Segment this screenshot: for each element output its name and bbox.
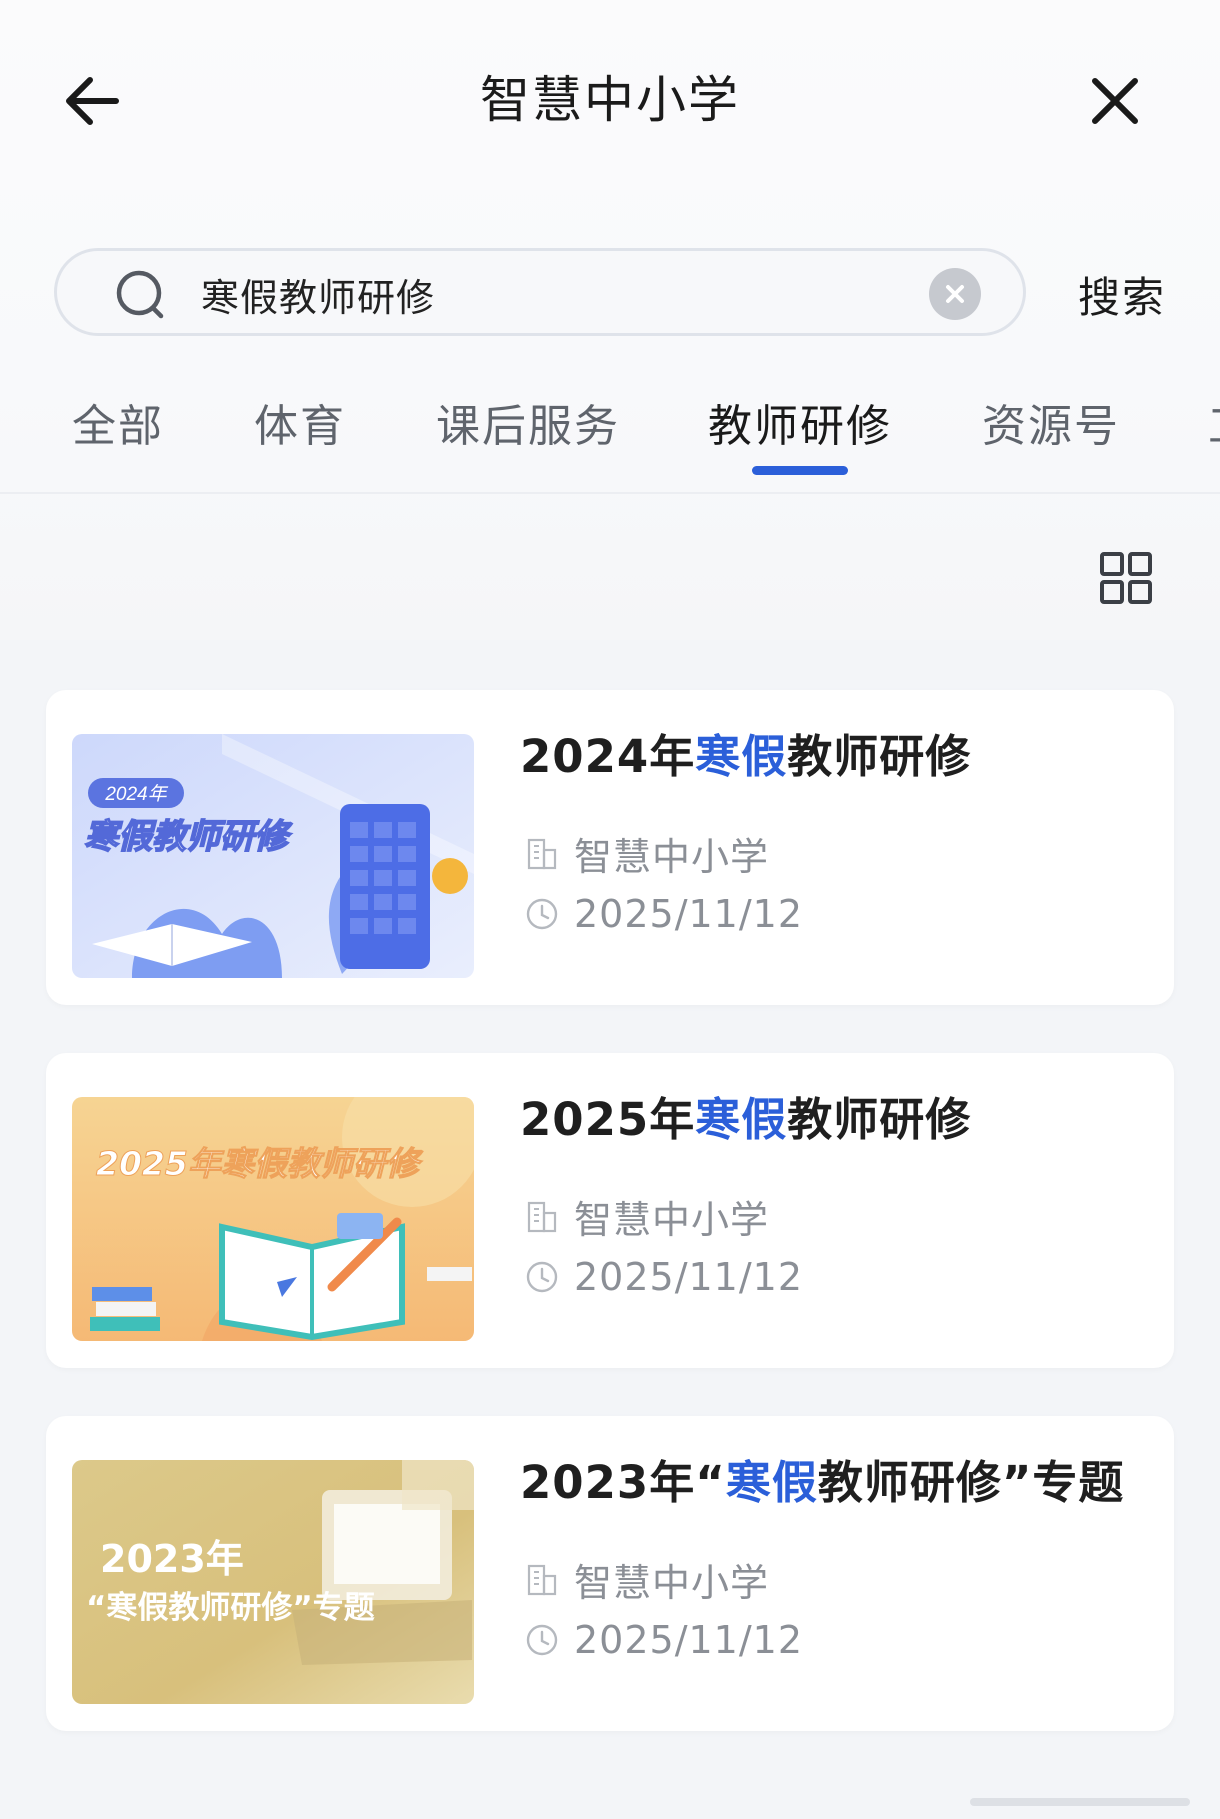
close-icon (1092, 78, 1138, 124)
result-thumbnail: 2023年 “寒假教师研修”专题 (72, 1460, 474, 1704)
search-button[interactable]: 搜索 (1078, 264, 1166, 325)
result-source-row: 智慧中小学 (524, 1189, 769, 1244)
result-date-row: 2025/11/12 (524, 1618, 803, 1662)
tab-resource-accounts[interactable]: 资源号 (982, 390, 1120, 454)
thumbnail-title: “寒假教师研修”专题 (86, 1590, 375, 1626)
tabs-divider (0, 492, 1220, 494)
page-title: 智慧中小学 (480, 71, 740, 129)
clock-icon (526, 1624, 558, 1656)
search-box (54, 248, 1026, 336)
active-tab-indicator (752, 466, 848, 475)
clear-search-button[interactable] (929, 268, 981, 320)
thumbnail-year: 2024年 (104, 783, 168, 805)
building-icon (527, 838, 557, 869)
building-icon (527, 1201, 557, 1232)
close-button[interactable] (1080, 66, 1150, 136)
result-source: 智慧中小学 (574, 1198, 770, 1242)
clock-icon (526, 898, 558, 930)
result-title[interactable]: 2024年寒假教师研修 (520, 720, 971, 785)
result-thumbnail: 2024年 寒假教师研修 (72, 734, 474, 978)
result-source-row: 智慧中小学 (524, 826, 769, 881)
tab-after-school-services[interactable]: 课后服务 (436, 390, 620, 454)
category-tabs: 全部 体育 课后服务 教师研修 资源号 (0, 390, 1220, 490)
result-date: 2025/11/12 (574, 1255, 804, 1299)
result-date: 2025/11/12 (574, 892, 804, 936)
grid-icon (1100, 552, 1152, 604)
search-icon (116, 270, 164, 319)
tab-teacher-training[interactable]: 教师研修 (708, 390, 892, 454)
grid-view-toggle[interactable] (1098, 550, 1154, 606)
tab-all[interactable]: 全部 (72, 390, 164, 454)
clock-icon (526, 1261, 558, 1293)
result-date-row: 2025/11/12 (524, 1255, 803, 1299)
result-date-row: 2025/11/12 (524, 892, 803, 936)
result-card[interactable]: 2024年 寒假教师研修 2024年寒假教师研修 智慧中小学 2025/11/1… (46, 690, 1174, 1005)
result-card[interactable]: 2023年 “寒假教师研修”专题 2023年“寒假教师研修”专题 智慧中小学 2… (46, 1416, 1174, 1731)
home-indicator (970, 1798, 1190, 1806)
result-thumbnail: 2025年寒假教师研修 (72, 1097, 474, 1341)
building-icon (527, 1564, 557, 1595)
search-input[interactable] (199, 263, 903, 325)
result-source: 智慧中小学 (574, 835, 770, 879)
clear-icon (946, 285, 964, 303)
thumbnail-title: 2025年寒假教师研修 (96, 1144, 424, 1183)
result-source-row: 智慧中小学 (524, 1552, 769, 1607)
result-date: 2025/11/12 (574, 1618, 804, 1662)
thumbnail-title: 寒假教师研修 (84, 817, 293, 857)
tab-overflow: 工 (1208, 390, 1220, 460)
header: 智慧中小学 (0, 40, 1220, 150)
result-card[interactable]: 2025年寒假教师研修 2025年寒假教师研修 智慧中小学 2025/11/12 (46, 1053, 1174, 1368)
result-source: 智慧中小学 (574, 1561, 770, 1605)
tab-more[interactable]: 工 (1208, 390, 1220, 454)
result-title[interactable]: 2025年寒假教师研修 (520, 1083, 971, 1148)
thumbnail-year: 2023年 (100, 1537, 244, 1581)
tab-sports[interactable]: 体育 (254, 390, 346, 454)
result-title[interactable]: 2023年“寒假教师研修”专题 (520, 1446, 1124, 1511)
